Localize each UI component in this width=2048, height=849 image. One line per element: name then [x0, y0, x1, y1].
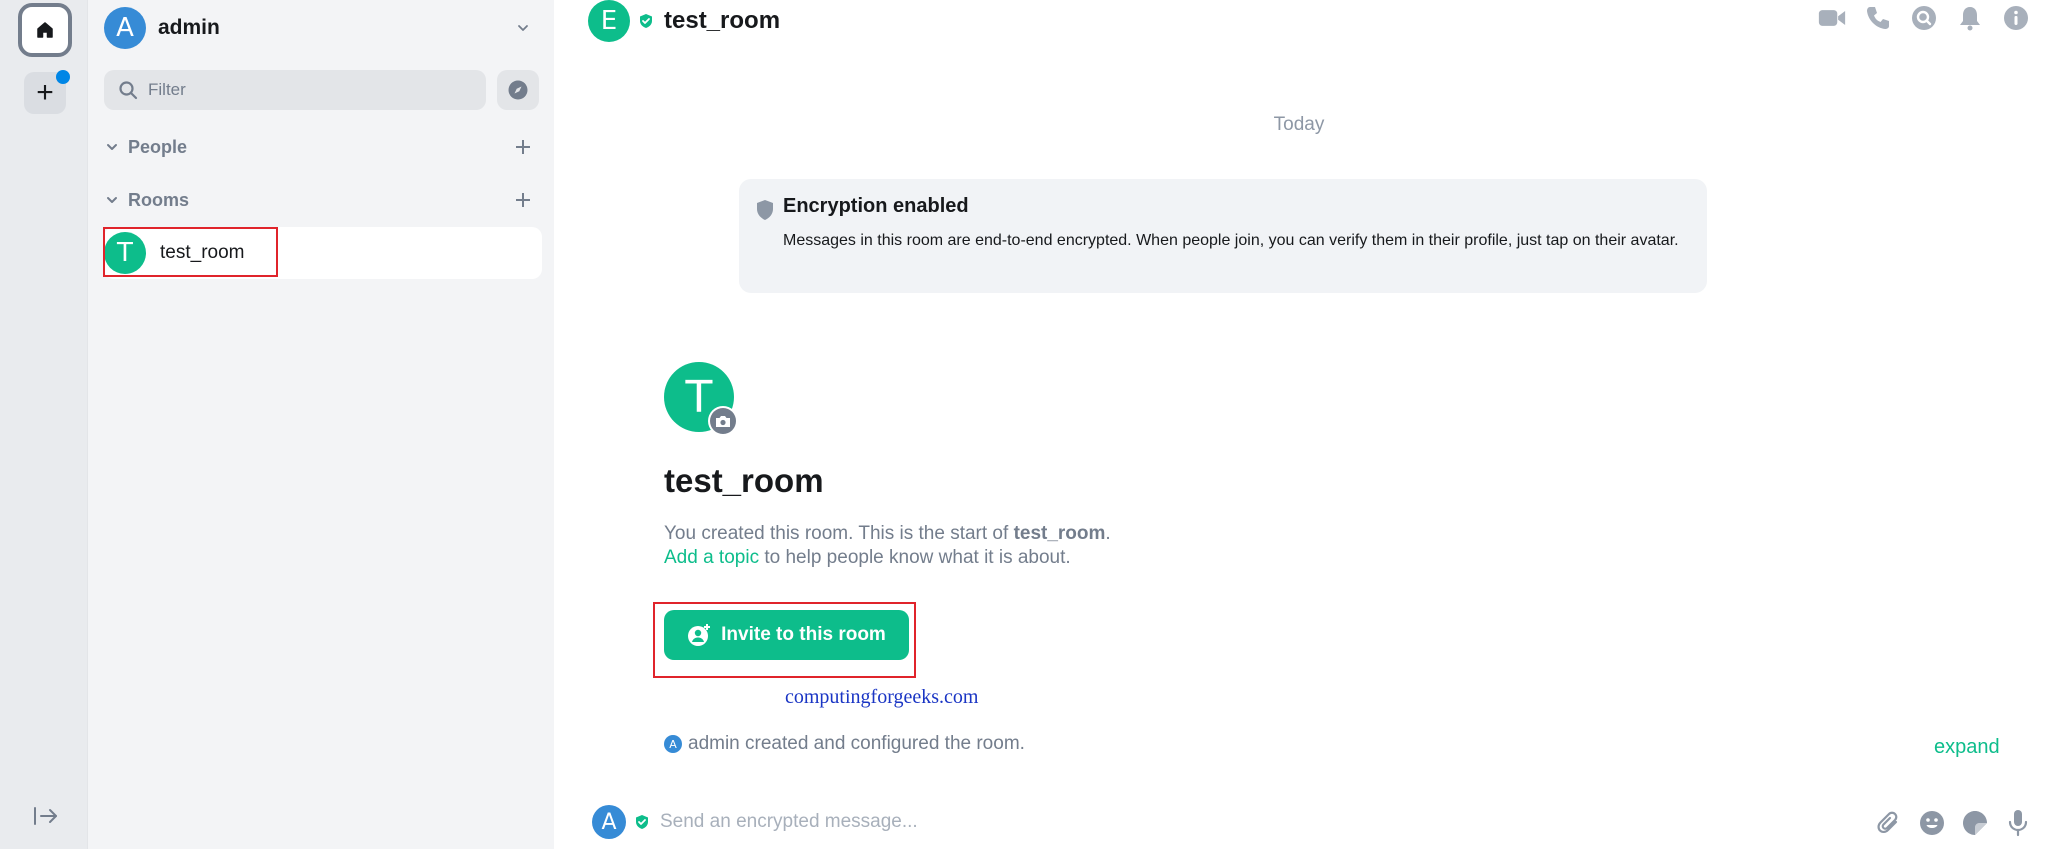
topic-suffix: to help people know what it is about.	[759, 547, 1071, 568]
composer-actions	[1874, 808, 2032, 837]
invite-button[interactable]: Invite to this room	[664, 610, 909, 660]
plus-icon	[516, 193, 530, 207]
room-intro: T test_room You created this room. This …	[664, 362, 1464, 570]
account-menu[interactable]: A admin	[104, 7, 534, 49]
room-avatar: T	[104, 232, 146, 274]
create-space-label: +	[36, 76, 54, 109]
event-avatar: A	[664, 735, 682, 753]
room-title[interactable]: test_room	[664, 7, 780, 35]
emoji-icon[interactable]	[1917, 808, 1946, 837]
invite-user-icon	[688, 624, 711, 646]
encryption-body: Messages in this room are end-to-end enc…	[783, 232, 1679, 249]
upload-avatar-button[interactable]	[708, 406, 738, 436]
caret-down-icon	[107, 197, 117, 203]
shield-icon	[757, 200, 773, 220]
room-list-panel: A admin People Rooms T test_room	[88, 0, 554, 849]
encryption-title: Encryption enabled	[783, 195, 969, 217]
chevron-down-icon[interactable]	[512, 17, 534, 39]
encryption-notice: Encryption enabled Messages in this room…	[739, 179, 1707, 293]
voice-call-icon[interactable]	[1864, 4, 1892, 32]
room-name: test_room	[160, 242, 245, 263]
room-view: E test_room Today Encryption enabled Mes…	[554, 0, 2048, 849]
sticker-icon[interactable]	[1960, 808, 1989, 837]
verified-shield-icon	[636, 815, 648, 829]
event-text: admin created and configured the room.	[688, 733, 1025, 754]
people-section-label: People	[128, 136, 188, 157]
expand-panel-button[interactable]	[30, 800, 62, 832]
verified-shield-icon	[640, 14, 652, 28]
plus-icon	[516, 140, 530, 154]
composer-avatar: A	[592, 805, 626, 839]
message-composer: A	[592, 804, 2032, 840]
home-icon	[37, 22, 53, 38]
room-intro-title: test_room	[664, 462, 824, 499]
add-room-button[interactable]	[512, 189, 534, 211]
people-section-header[interactable]: People	[104, 132, 534, 162]
user-avatar: A	[104, 7, 146, 49]
expand-panel-icon	[34, 807, 57, 825]
explore-rooms-button[interactable]	[497, 70, 539, 110]
room-name-bold: test_room	[1013, 523, 1106, 544]
notification-dot	[56, 70, 70, 84]
microphone-icon[interactable]	[2003, 808, 2032, 837]
filter-box[interactable]	[104, 70, 486, 110]
room-created-event: A admin created and configured the room.	[664, 733, 1025, 755]
account-name: admin	[158, 16, 220, 39]
room-header-actions	[1818, 4, 2030, 32]
home-button[interactable]	[18, 3, 72, 57]
room-intro-text: You created this room. This is the start…	[664, 522, 1464, 570]
filter-input[interactable]	[148, 80, 468, 100]
created-suffix: .	[1105, 523, 1111, 544]
room-header-avatar[interactable]: E	[588, 0, 630, 42]
caret-down-icon	[107, 144, 117, 150]
room-intro-avatar[interactable]: T	[664, 362, 738, 436]
message-input[interactable]	[660, 811, 1760, 833]
search-icon	[119, 81, 138, 100]
date-separator: Today	[1273, 114, 1325, 135]
search-icon[interactable]	[1910, 4, 1938, 32]
space-rail: +	[0, 0, 88, 849]
video-call-icon[interactable]	[1818, 4, 1846, 32]
created-prefix: You created this room. This is the start…	[664, 523, 1014, 544]
invite-button-label: Invite to this room	[721, 624, 886, 645]
watermark: computingforgeeks.com	[785, 686, 979, 708]
expand-link[interactable]: expand	[1934, 736, 2000, 759]
rooms-section-label: Rooms	[128, 189, 190, 210]
attachment-icon[interactable]	[1874, 808, 1903, 837]
compass-icon	[508, 80, 528, 100]
rooms-section-header[interactable]: Rooms	[104, 185, 534, 215]
room-info-icon[interactable]	[2002, 4, 2030, 32]
room-tile-test-room[interactable]: T test_room	[104, 227, 542, 279]
add-topic-link[interactable]: Add a topic	[664, 547, 759, 568]
camera-icon	[716, 416, 730, 427]
notifications-icon[interactable]	[1956, 4, 1984, 32]
room-header: E test_room	[588, 0, 2028, 42]
add-people-button[interactable]	[512, 136, 534, 158]
